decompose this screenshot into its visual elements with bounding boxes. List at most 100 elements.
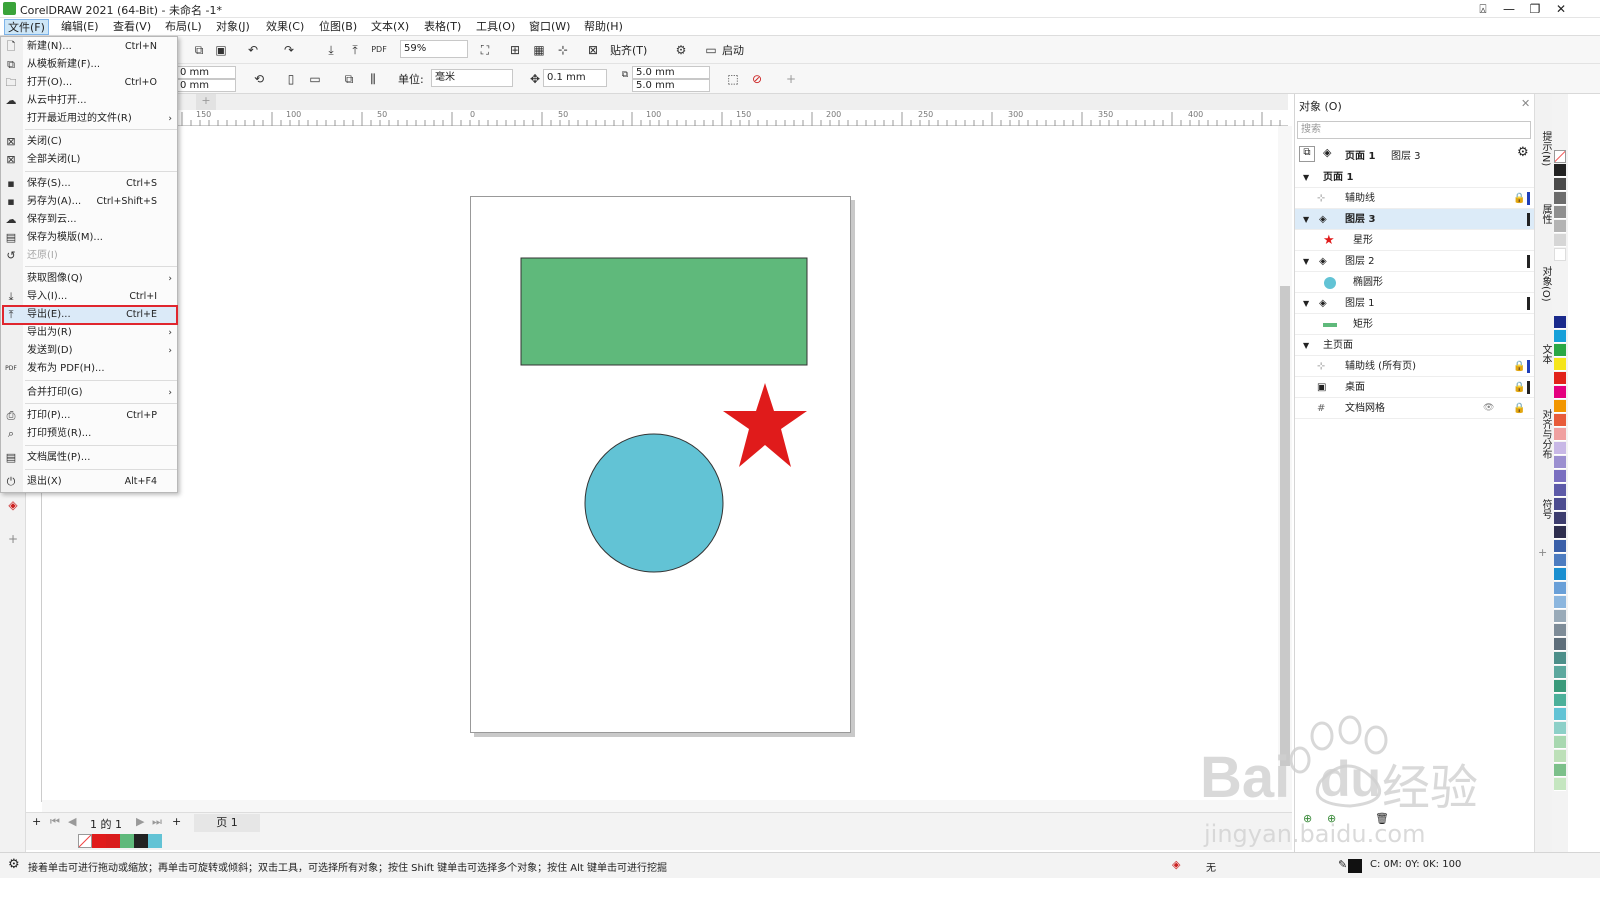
outline-color-swatch[interactable] xyxy=(1348,859,1362,873)
tree-row-layer-3[interactable]: ▼ ◈ 图层 3 xyxy=(1295,209,1535,230)
minimize-button[interactable]: — xyxy=(1496,0,1522,18)
palette-swatch[interactable] xyxy=(1554,708,1566,721)
menu-layout[interactable]: 布局(L) xyxy=(162,19,205,35)
undo-icon[interactable]: ↶ xyxy=(244,41,262,59)
horizontal-scrollbar[interactable] xyxy=(42,800,1292,812)
last-page-icon[interactable]: ⏭ xyxy=(152,815,162,829)
file-menu-item[interactable]: 🗀 打开(O)... Ctrl+O xyxy=(1,74,177,92)
units-select[interactable]: 毫米 xyxy=(431,69,513,87)
no-color-swatch[interactable] xyxy=(78,834,92,848)
tree-row-rectangle[interactable]: 矩形 xyxy=(1295,314,1535,335)
tab-text[interactable]: 文本 xyxy=(1535,334,1553,374)
file-menu-item[interactable]: ▤ 保存为模版(M)... xyxy=(1,229,177,247)
palette-swatch[interactable] xyxy=(1554,750,1566,763)
palette-swatch[interactable] xyxy=(1554,178,1566,191)
horizontal-ruler[interactable]: 150 100 50 0 50 100 150 200 250 300 350 … xyxy=(178,110,1288,126)
launch-dropdown[interactable]: 启动 xyxy=(722,42,744,58)
palette-swatch[interactable] xyxy=(1554,624,1566,637)
current-page-icon[interactable]: ⫼ xyxy=(364,70,382,88)
add-tool-icon[interactable]: + xyxy=(4,530,22,548)
palette-swatch[interactable] xyxy=(1554,526,1566,539)
swatch-red[interactable] xyxy=(92,834,106,848)
palette-swatch[interactable] xyxy=(1554,484,1566,497)
tree-row-guides-all[interactable]: ⊹ 辅助线 (所有页) 🔒 xyxy=(1295,356,1535,377)
tab-symbols[interactable]: 符号 xyxy=(1535,489,1553,529)
palette-no-color[interactable] xyxy=(1554,150,1566,163)
menu-edit[interactable]: 编辑(E) xyxy=(58,19,102,35)
file-menu-item[interactable]: 发送到(D) › xyxy=(1,342,177,360)
snap-to-dropdown[interactable]: 贴齐(T) xyxy=(610,42,647,58)
vertical-scroll-thumb[interactable] xyxy=(1280,286,1290,766)
add-page-after-icon[interactable]: + xyxy=(172,815,181,828)
lock-icon[interactable]: 🔒 xyxy=(1513,188,1525,209)
expand-icon[interactable]: ▼ xyxy=(1303,167,1309,188)
tree-row-desktop[interactable]: ▣ 桌面 🔒 xyxy=(1295,377,1535,398)
menu-object[interactable]: 对象(J) xyxy=(213,19,253,35)
palette-swatch[interactable] xyxy=(1554,680,1566,693)
palette-swatch[interactable] xyxy=(1554,736,1566,749)
tab-page-1[interactable]: 页 1 xyxy=(194,814,260,832)
lock-icon[interactable]: 🔒 xyxy=(1513,398,1525,419)
palette-swatch[interactable] xyxy=(1554,638,1566,651)
landscape-icon[interactable]: ▭ xyxy=(306,70,324,88)
orientation-icon[interactable]: ⟲ xyxy=(250,70,268,88)
add-icon[interactable]: + xyxy=(782,70,800,88)
expand-icon[interactable]: ▼ xyxy=(1303,209,1309,230)
tree-row-master-page[interactable]: ▼ 主页面 xyxy=(1295,335,1535,356)
object-search-input[interactable]: 搜索 xyxy=(1297,121,1531,139)
tree-row-ellipse[interactable]: 椭圆形 xyxy=(1295,272,1535,293)
palette-swatch[interactable] xyxy=(1554,764,1566,777)
tab-align[interactable]: 对齐与分布 xyxy=(1535,394,1553,474)
file-menu-item[interactable]: 🗋 新建(N)... Ctrl+N xyxy=(1,38,177,56)
menu-bitmaps[interactable]: 位图(B) xyxy=(316,19,360,35)
palette-swatch[interactable] xyxy=(1554,610,1566,623)
file-menu-item[interactable]: ▤ 文档属性(P)... xyxy=(1,449,177,467)
crumb-layer[interactable]: 图层 3 xyxy=(1391,147,1421,162)
palette-swatch[interactable] xyxy=(1554,192,1566,205)
palette-swatch[interactable] xyxy=(1554,778,1566,791)
palette-swatch[interactable] xyxy=(1554,220,1566,233)
menu-window[interactable]: 窗口(W) xyxy=(526,19,573,35)
palette-swatch[interactable] xyxy=(1554,722,1566,735)
portrait-icon[interactable]: ▯ xyxy=(282,70,300,88)
delete-icon[interactable]: 🗑 xyxy=(1375,812,1389,825)
tab-hints[interactable]: 提示(N) xyxy=(1535,124,1553,174)
duplicate-y-field[interactable]: 5.0 mm xyxy=(632,79,710,92)
swatch-cyan[interactable] xyxy=(148,834,162,848)
palette-swatch[interactable] xyxy=(1554,400,1566,413)
layer-manager-icon[interactable]: ⧉ xyxy=(1299,146,1315,162)
palette-swatch[interactable] xyxy=(1554,666,1566,679)
menu-effects[interactable]: 效果(C) xyxy=(263,19,307,35)
guidelines-icon[interactable]: ⊹ xyxy=(554,41,572,59)
interactive-fill-icon[interactable]: ◈ xyxy=(4,496,22,514)
redo-icon[interactable]: ↷ xyxy=(280,41,298,59)
menu-help[interactable]: 帮助(H) xyxy=(581,19,626,35)
file-menu-item[interactable]: 获取图像(Q) › xyxy=(1,270,177,288)
palette-swatch[interactable] xyxy=(1554,206,1566,219)
swatch-green[interactable] xyxy=(120,834,134,848)
rectangle-shape[interactable] xyxy=(520,257,808,366)
palette-swatch[interactable] xyxy=(1554,498,1566,511)
rulers-icon[interactable]: ⊞ xyxy=(506,41,524,59)
tree-row-document-grid[interactable]: # 文档网格 👁 🔒 xyxy=(1295,398,1535,419)
palette-swatch[interactable] xyxy=(1554,442,1566,455)
settings-gear-icon[interactable]: ⚙ xyxy=(672,41,690,59)
lock-icon[interactable]: 🔒 xyxy=(1513,356,1525,377)
nudge-distance-field[interactable]: 0.1 mm xyxy=(543,69,607,87)
palette-swatch[interactable] xyxy=(1554,596,1566,609)
file-menu-item[interactable]: 合并打印(G) › xyxy=(1,384,177,402)
import-icon[interactable]: ⤓ xyxy=(322,41,340,59)
file-menu-item[interactable]: ⤒ 导出(E)... Ctrl+E xyxy=(1,306,177,324)
tree-row-guides[interactable]: ⊹ 辅助线 🔒 xyxy=(1295,188,1535,209)
vertical-scrollbar[interactable] xyxy=(1278,126,1292,802)
file-menu-item[interactable]: ⊠ 关闭(C) xyxy=(1,133,177,151)
paste-icon[interactable]: ▣ xyxy=(212,41,230,59)
launch-icon[interactable]: ▭ xyxy=(702,41,720,59)
docker-settings-icon[interactable]: ⚙ xyxy=(1517,145,1529,160)
outline-scale-icon[interactable]: ⊘ xyxy=(748,70,766,88)
docker-close-icon[interactable]: ✕ xyxy=(1521,97,1530,110)
palette-swatch[interactable] xyxy=(1554,652,1566,665)
palette-swatch[interactable] xyxy=(1554,456,1566,469)
file-menu-item[interactable]: ↺ 还原(I) xyxy=(1,247,177,265)
crumb-page[interactable]: 页面 1 xyxy=(1345,147,1375,162)
